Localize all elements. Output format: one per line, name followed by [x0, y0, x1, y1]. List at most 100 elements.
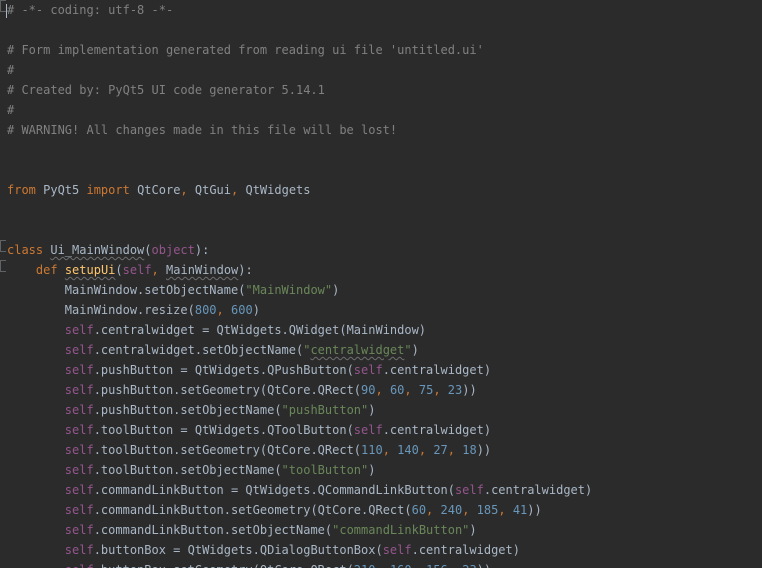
code-token: QtCore: [129, 183, 181, 197]
code-token: "MainWindow": [245, 283, 333, 297]
code-token: 240: [440, 503, 463, 517]
code-token: ,: [412, 563, 419, 568]
code-line[interactable]: def setupUi(self, MainWindow):: [7, 260, 592, 280]
code-token: .toolButton.setObjectName(: [93, 463, 282, 477]
code-line[interactable]: self.toolButton.setGeometry(QtCore.QRect…: [7, 440, 592, 460]
code-token: ): [469, 523, 477, 537]
fold-marker-icon[interactable]: [0, 240, 6, 252]
code-line[interactable]: # Form implementation generated from rea…: [7, 40, 592, 60]
code-line[interactable]: [7, 20, 592, 40]
code-line[interactable]: self.commandLinkButton = QtWidgets.QComm…: [7, 480, 592, 500]
code-token: ,: [375, 563, 382, 568]
code-token: self: [122, 263, 152, 277]
code-token: ,: [498, 503, 506, 517]
code-token: # Created by: PyQt5 UI code generator 5.…: [7, 83, 325, 97]
code-token: ,: [382, 443, 390, 457]
code-token: .pushButton = QtWidgets.QPushButton(: [93, 363, 354, 377]
code-line[interactable]: self.centralwidget.setObjectName("centra…: [7, 340, 592, 360]
code-token: Ui_MainWindow: [50, 243, 145, 257]
code-token: 60: [411, 503, 427, 517]
code-token: centralwidget: [310, 343, 405, 357]
code-token: 210: [354, 563, 376, 568]
code-line[interactable]: from PyQt5 import QtCore, QtGui, QtWidge…: [7, 180, 592, 200]
code-token: PyQt5: [35, 183, 87, 197]
code-token: 800: [194, 303, 217, 317]
code-token: ): [252, 303, 260, 317]
code-line[interactable]: [7, 160, 592, 180]
code-line[interactable]: self.buttonBox = QtWidgets.QDialogButton…: [7, 540, 592, 560]
code-line[interactable]: [7, 220, 592, 240]
code-token: self: [64, 483, 94, 497]
code-token: .centralwidget): [382, 363, 492, 377]
code-token: # Form implementation generated from rea…: [7, 43, 484, 57]
code-line[interactable]: #: [7, 60, 592, 80]
code-token: 140: [397, 443, 419, 457]
code-token: .commandLinkButton = QtWidgets.QCommandL…: [93, 483, 455, 497]
code-token: # -*- coding: utf-8 -*-: [7, 3, 174, 17]
code-line[interactable]: self.toolButton = QtWidgets.QToolButton(…: [7, 420, 592, 440]
code-token: ): [368, 463, 376, 477]
code-line[interactable]: class Ui_MainWindow(object):: [7, 240, 592, 260]
code-token: ,: [180, 183, 188, 197]
code-token: ": [404, 343, 412, 357]
code-line[interactable]: self.commandLinkButton.setObjectName("co…: [7, 520, 592, 540]
code-line[interactable]: self.pushButton.setObjectName("pushButto…: [7, 400, 592, 420]
code-token: 23: [462, 563, 476, 568]
code-token: self: [64, 443, 94, 457]
code-token: class: [7, 243, 44, 257]
code-line[interactable]: self.pushButton = QtWidgets.QPushButton(…: [7, 360, 592, 380]
code-token: ,: [433, 383, 441, 397]
code-token: )): [527, 503, 542, 517]
code-token: "commandLinkButton": [332, 523, 470, 537]
code-line[interactable]: self.toolButton.setObjectName("toolButto…: [7, 460, 592, 480]
code-token: 600: [231, 303, 253, 317]
code-token: object: [151, 243, 195, 257]
code-line[interactable]: [7, 140, 592, 160]
code-token: .centralwidget): [382, 423, 492, 437]
code-line[interactable]: # -*- coding: utf-8 -*-: [6, 0, 592, 20]
code-line[interactable]: # WARNING! All changes made in this file…: [7, 120, 592, 140]
code-line[interactable]: MainWindow.setObjectName("MainWindow"): [7, 280, 592, 300]
code-line[interactable]: self.commandLinkButton.setGeometry(QtCor…: [7, 500, 592, 520]
code-token: ,: [447, 443, 456, 457]
fold-marker-icon[interactable]: [0, 260, 6, 272]
code-line[interactable]: [7, 200, 592, 220]
code-token: .toolButton.setGeometry(QtCore.QRect(: [93, 443, 362, 457]
code-token: 90: [361, 383, 376, 397]
code-line[interactable]: # Created by: PyQt5 UI code generator 5.…: [7, 80, 592, 100]
code-token: self: [64, 383, 94, 397]
code-token: 27: [433, 443, 448, 457]
code-token: from: [7, 183, 36, 197]
code-token: MainWindow: [166, 263, 239, 277]
code-token: 41: [512, 503, 528, 517]
code-token: 18: [462, 443, 477, 457]
code-token: ): [411, 343, 419, 357]
code-token: self: [64, 343, 94, 357]
code-line[interactable]: self.centralwidget = QtWidgets.QWidget(M…: [7, 320, 592, 340]
code-token: ,: [216, 303, 224, 317]
code-token: self: [64, 323, 94, 337]
code-token: 185: [476, 503, 499, 517]
code-token: )): [476, 443, 492, 457]
code-token: self: [64, 503, 94, 517]
code-token: "toolButton": [281, 463, 369, 477]
code-line[interactable]: self.pushButton.setGeometry(QtCore.QRect…: [7, 380, 592, 400]
code-token: MainWindow.setObjectName(: [7, 283, 246, 297]
code-editor[interactable]: # -*- coding: utf-8 -*- # Form implement…: [0, 0, 762, 568]
code-line[interactable]: #: [7, 100, 592, 120]
code-token: 160: [390, 563, 412, 568]
code-token: ,: [151, 263, 159, 277]
code-token: .commandLinkButton.setGeometry(QtCore.QR…: [93, 503, 412, 517]
code-line[interactable]: MainWindow.resize(800, 600): [7, 300, 592, 320]
code-line[interactable]: self.buttonBox.setGeometry(QtCore.QRect(…: [7, 560, 592, 568]
